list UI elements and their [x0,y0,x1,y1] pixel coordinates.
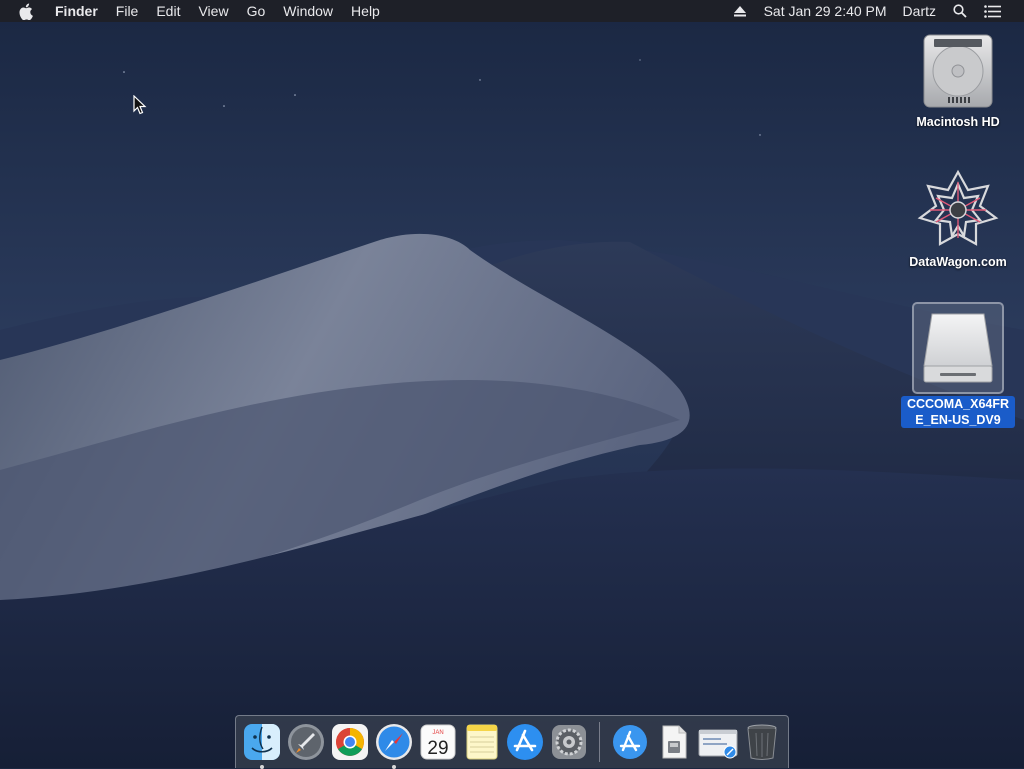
safari-icon [375,724,412,760]
chrome-icon [331,724,368,760]
running-indicator [391,765,396,769]
dock-calendar[interactable]: JAN 29 [416,720,460,764]
dock-app-store[interactable] [504,720,548,764]
gear-icon [552,725,587,759]
dock-applications[interactable] [608,720,652,764]
hard-drive-icon [918,32,998,112]
app-store-icon [507,724,544,760]
menu-help[interactable]: Help [342,0,389,22]
desktop-icon-datawagon[interactable]: DataWagon.com [898,168,1018,270]
dock-document[interactable] [652,720,696,764]
dock-launchpad[interactable] [284,720,328,764]
mouse-cursor-icon [133,95,147,115]
launchpad-icon [287,724,324,760]
eject-icon[interactable] [724,0,756,22]
running-indicator [260,765,264,769]
desktop-icon-cccoma-drive[interactable]: CCCOMA_X64FRE_EN-US_DV9 [898,302,1018,428]
desktop-icon-label: Macintosh HD [916,115,1000,129]
clock[interactable]: Sat Jan 29 2:40 PM [756,0,895,22]
desktop-icon-label: DataWagon.com [909,255,1007,269]
dock: JAN 29 [235,715,789,769]
dock-system-preferences[interactable] [547,720,591,764]
menu-bar: Finder File Edit View Go Window Help Sat… [0,0,1024,22]
dock-screenshot[interactable] [696,720,740,764]
calendar-icon: JAN 29 [420,724,456,760]
finder-icon [243,724,280,760]
desktop-icon-macintosh-hd[interactable]: Macintosh HD [898,32,1018,130]
menu-view[interactable]: View [189,0,237,22]
trash-icon [747,724,777,760]
dock-separator [599,722,601,762]
menu-app-finder[interactable]: Finder [46,0,107,22]
search-icon[interactable] [944,0,976,22]
screenshot-icon [698,729,738,759]
menu-file[interactable]: File [107,0,148,22]
dock-notes[interactable] [460,720,504,764]
svg-text:29: 29 [427,738,448,759]
datawagon-icon [916,168,1000,252]
user-menu[interactable]: Dartz [895,0,944,22]
document-icon [662,725,687,759]
apple-icon[interactable] [0,0,46,22]
dock-safari[interactable] [372,720,416,769]
svg-text:JAN: JAN [432,730,443,736]
dock-trash[interactable] [740,720,784,764]
desktop-wallpaper [0,0,1024,768]
external-drive-icon [912,302,1004,394]
menu-edit[interactable]: Edit [147,0,189,22]
menu-window[interactable]: Window [274,0,342,22]
dock-finder[interactable] [240,720,284,769]
list-icon[interactable] [976,0,1008,22]
desktop-icon-label: CCCOMA_X64FRE_EN-US_DV9 [898,396,1018,428]
dock-chrome[interactable] [328,720,372,764]
notes-icon [466,724,498,760]
menu-go[interactable]: Go [238,0,275,22]
applications-folder-icon [613,725,648,759]
